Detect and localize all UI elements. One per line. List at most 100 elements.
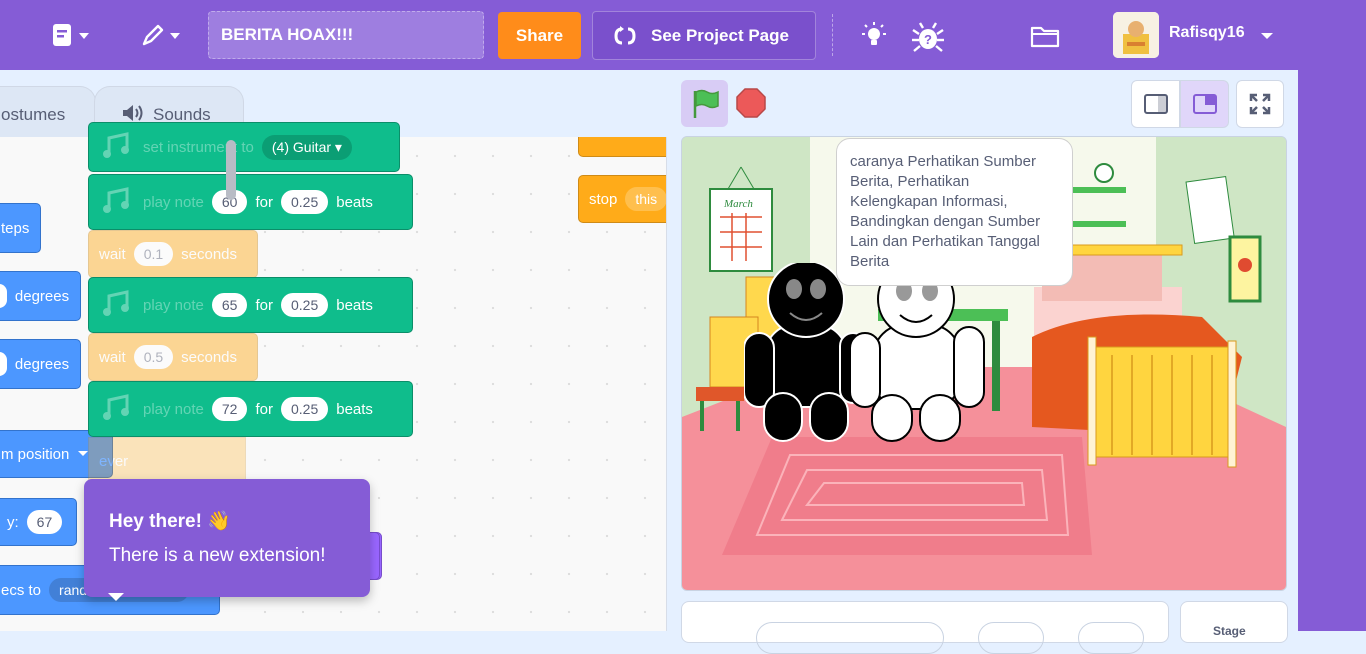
- small-stage-icon: [1143, 94, 1168, 114]
- svg-text:?: ?: [924, 32, 932, 47]
- y-value-input[interactable]: 67: [26, 510, 63, 534]
- stop-block[interactable]: stop this: [578, 175, 666, 223]
- set-instrument-label: set instrument to: [143, 138, 254, 156]
- instrument-dropdown[interactable]: (4) Guitar ▾: [261, 134, 352, 160]
- speech-bubble: caranya Perhatikan Sumber Berita, Perhat…: [836, 138, 1073, 286]
- menu-separator: [832, 14, 833, 56]
- turn-right-block[interactable]: degrees: [0, 271, 81, 321]
- y-field[interactable]: [1078, 622, 1144, 654]
- account-menu-caret[interactable]: [1258, 28, 1276, 44]
- new-extension-tooltip[interactable]: Hey there! 👋 There is a new extension!: [84, 479, 370, 601]
- wait-label-1: wait: [99, 245, 126, 263]
- tooltip-title: Hey there! 👋: [109, 511, 231, 532]
- white-character-sprite[interactable]: [850, 267, 990, 447]
- normal-stage-icon: [1192, 94, 1217, 114]
- folder-icon: [1030, 26, 1060, 48]
- stop-dropdown[interactable]: this: [625, 187, 666, 211]
- remix-icon: [614, 25, 636, 44]
- wait-label-2: wait: [99, 348, 126, 366]
- beats-label-3: beats: [336, 400, 373, 418]
- normal-stage-button[interactable]: [1180, 80, 1229, 128]
- speaker-icon: [123, 105, 143, 121]
- forever-label: ever: [99, 452, 129, 470]
- green-flag-button[interactable]: [681, 80, 728, 127]
- wait-input-2[interactable]: 0.5: [133, 345, 174, 369]
- music-note-icon: [103, 394, 129, 420]
- position-label: m position: [1, 445, 70, 463]
- music-note-icon: [103, 187, 129, 213]
- palette-scrollbar[interactable]: [226, 140, 236, 200]
- turn-left-block[interactable]: degrees: [0, 339, 81, 389]
- beats-label-1: beats: [336, 193, 373, 211]
- x-field[interactable]: [978, 622, 1044, 654]
- play-note-label-2: play note: [143, 296, 204, 314]
- tooltip-pointer: [108, 593, 124, 601]
- black-character-sprite[interactable]: [744, 263, 864, 443]
- forever-block[interactable]: ever: [88, 437, 246, 485]
- file-icon: [53, 24, 89, 46]
- share-button[interactable]: Share: [498, 12, 581, 59]
- wait-block-2[interactable]: wait 0.5 seconds: [88, 333, 258, 381]
- fullscreen-icon: [1249, 93, 1271, 115]
- stage-selector-label: Stage: [1213, 624, 1246, 638]
- bug-icon: ?: [912, 22, 944, 52]
- degrees-label-1: degrees: [14, 287, 70, 305]
- stop-button[interactable]: [735, 87, 767, 119]
- play-note-block-3[interactable]: play note 72 for 0.25 beats: [88, 381, 413, 437]
- go-to-xy-block[interactable]: y: 67: [0, 498, 77, 546]
- fullscreen-button[interactable]: [1236, 80, 1284, 128]
- degrees-label-2: degrees: [14, 355, 70, 373]
- window-edge: [1298, 70, 1366, 631]
- note-input-2[interactable]: 65: [211, 293, 248, 317]
- play-note-label-3: play note: [143, 400, 204, 418]
- chevron-down-icon: [1261, 33, 1273, 39]
- music-note-icon: [103, 290, 129, 316]
- sprite-info-pane[interactable]: [681, 601, 1169, 654]
- see-project-label: See Project Page: [651, 25, 789, 45]
- stage-selector[interactable]: Stage: [1180, 601, 1288, 643]
- music-note-icon: [103, 132, 129, 158]
- sprite-name-field[interactable]: [756, 622, 944, 654]
- lightbulb-icon: [862, 22, 886, 45]
- edit-menu-button[interactable]: [136, 20, 184, 52]
- seconds-label-2: seconds: [181, 348, 238, 366]
- tooltip-body: There is a new extension!: [109, 545, 326, 566]
- glide-label: ecs to: [1, 581, 42, 599]
- file-menu-button[interactable]: [46, 20, 92, 52]
- seconds-label-1: seconds: [181, 245, 238, 263]
- play-note-label-1: play note: [143, 193, 204, 211]
- play-note-block-2[interactable]: play note 65 for 0.25 beats: [88, 277, 413, 333]
- beats-input-1[interactable]: 0.25: [280, 190, 329, 214]
- tab-costumes[interactable]: ostumes: [0, 86, 96, 138]
- debug-button[interactable]: ?: [908, 18, 948, 56]
- small-stage-button[interactable]: [1131, 80, 1180, 128]
- see-project-page-button[interactable]: See Project Page: [592, 11, 816, 60]
- calendar-month: March: [723, 198, 753, 210]
- steps-label: teps: [1, 219, 30, 237]
- green-flag-icon: [693, 89, 719, 118]
- for-label-2: for: [255, 296, 273, 314]
- tutorials-button[interactable]: [856, 18, 892, 54]
- wait-block-1[interactable]: wait 0.1 seconds: [88, 230, 258, 278]
- beats-label-2: beats: [336, 296, 373, 314]
- beats-input-3[interactable]: 0.25: [280, 397, 329, 421]
- note-input-3[interactable]: 72: [211, 397, 248, 421]
- stage-header: [666, 70, 1298, 136]
- wait-input-1[interactable]: 0.1: [133, 242, 174, 266]
- stop-sign-icon: [736, 88, 766, 118]
- menu-bar: BERITA HOAX!!! Share See Project Page ?: [0, 0, 1366, 70]
- pencil-icon: [142, 24, 180, 46]
- hat-block-partial[interactable]: [578, 137, 666, 157]
- project-title-input[interactable]: BERITA HOAX!!!: [208, 11, 484, 59]
- my-stuff-button[interactable]: [1028, 20, 1062, 52]
- move-steps-block[interactable]: teps: [0, 203, 41, 253]
- set-instrument-block[interactable]: set instrument to (4) Guitar ▾: [88, 122, 400, 172]
- beats-input-2[interactable]: 0.25: [280, 293, 329, 317]
- stop-label: stop: [589, 190, 618, 208]
- username[interactable]: Rafisqy16: [1169, 24, 1245, 42]
- y-label: y:: [7, 513, 19, 531]
- avatar[interactable]: [1113, 12, 1159, 58]
- for-label-1: for: [255, 193, 273, 211]
- for-label-3: for: [255, 400, 273, 418]
- play-note-block-1[interactable]: play note 60 for 0.25 beats: [88, 174, 413, 230]
